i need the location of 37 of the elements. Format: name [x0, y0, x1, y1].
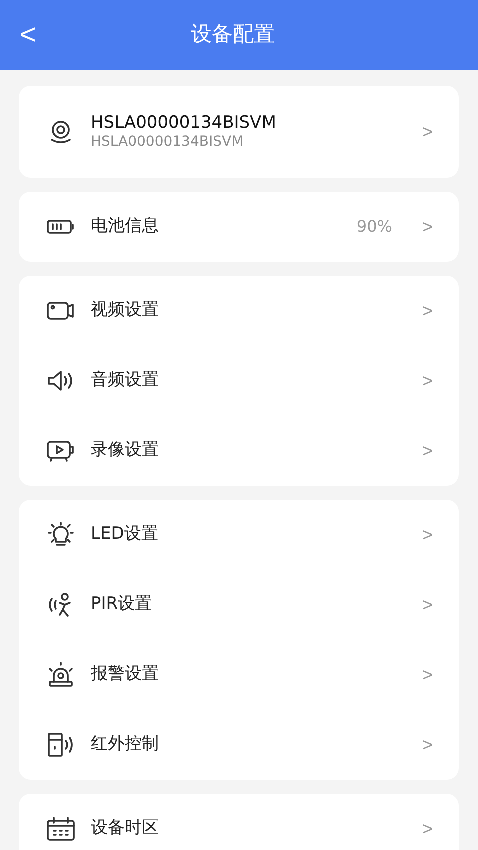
- calendar-icon: [45, 816, 77, 842]
- chevron-icon: >: [422, 732, 433, 758]
- row-label: 音频设置: [91, 369, 160, 392]
- settings-row[interactable]: 红外控制 >: [19, 710, 459, 780]
- chevron-icon: >: [422, 438, 433, 464]
- settings-row[interactable]: 报警设置 >: [19, 640, 459, 710]
- settings-row[interactable]: 音频设置 >: [19, 346, 459, 416]
- light-bulb-icon: [45, 522, 77, 548]
- row-label: 电池信息: [91, 215, 160, 238]
- settings-row[interactable]: 设备时区 >: [19, 794, 459, 850]
- settings-row[interactable]: 电池信息 90% >: [19, 192, 459, 262]
- row-label: 红外控制: [91, 733, 160, 756]
- device-row[interactable]: HSLA00000134BISVM HSLA00000134BISVM >: [19, 86, 459, 178]
- row-label: 设备时区: [91, 817, 160, 840]
- row-value: 90%: [356, 216, 392, 238]
- row-label: 报警设置: [91, 663, 160, 686]
- row-label: PIR设置: [91, 593, 154, 616]
- video-player-icon: [45, 438, 77, 464]
- settings-row[interactable]: 视频设置 >: [19, 276, 459, 346]
- chevron-icon: >: [422, 214, 433, 240]
- settings-row[interactable]: LED设置 >: [19, 500, 459, 570]
- page-title: 设备配置: [190, 21, 276, 48]
- device-name: HSLA00000134BISVM: [91, 113, 278, 134]
- chevron-icon: >: [422, 368, 433, 394]
- chevron-icon: >: [422, 816, 433, 842]
- settings-row[interactable]: 录像设置 >: [19, 416, 459, 486]
- chevron-icon: >: [422, 522, 433, 548]
- chevron-icon: >: [422, 662, 433, 688]
- back-button[interactable]: <: [16, 21, 40, 49]
- chevron-icon: >: [422, 118, 433, 146]
- row-label: LED设置: [91, 523, 160, 546]
- settings-row[interactable]: PIR设置 >: [19, 570, 459, 640]
- row-label: 视频设置: [91, 299, 160, 322]
- chevron-icon: >: [422, 298, 433, 324]
- device-id: HSLA00000134BISVM: [91, 134, 245, 151]
- chevron-icon: >: [422, 592, 433, 618]
- row-label: 录像设置: [91, 439, 160, 462]
